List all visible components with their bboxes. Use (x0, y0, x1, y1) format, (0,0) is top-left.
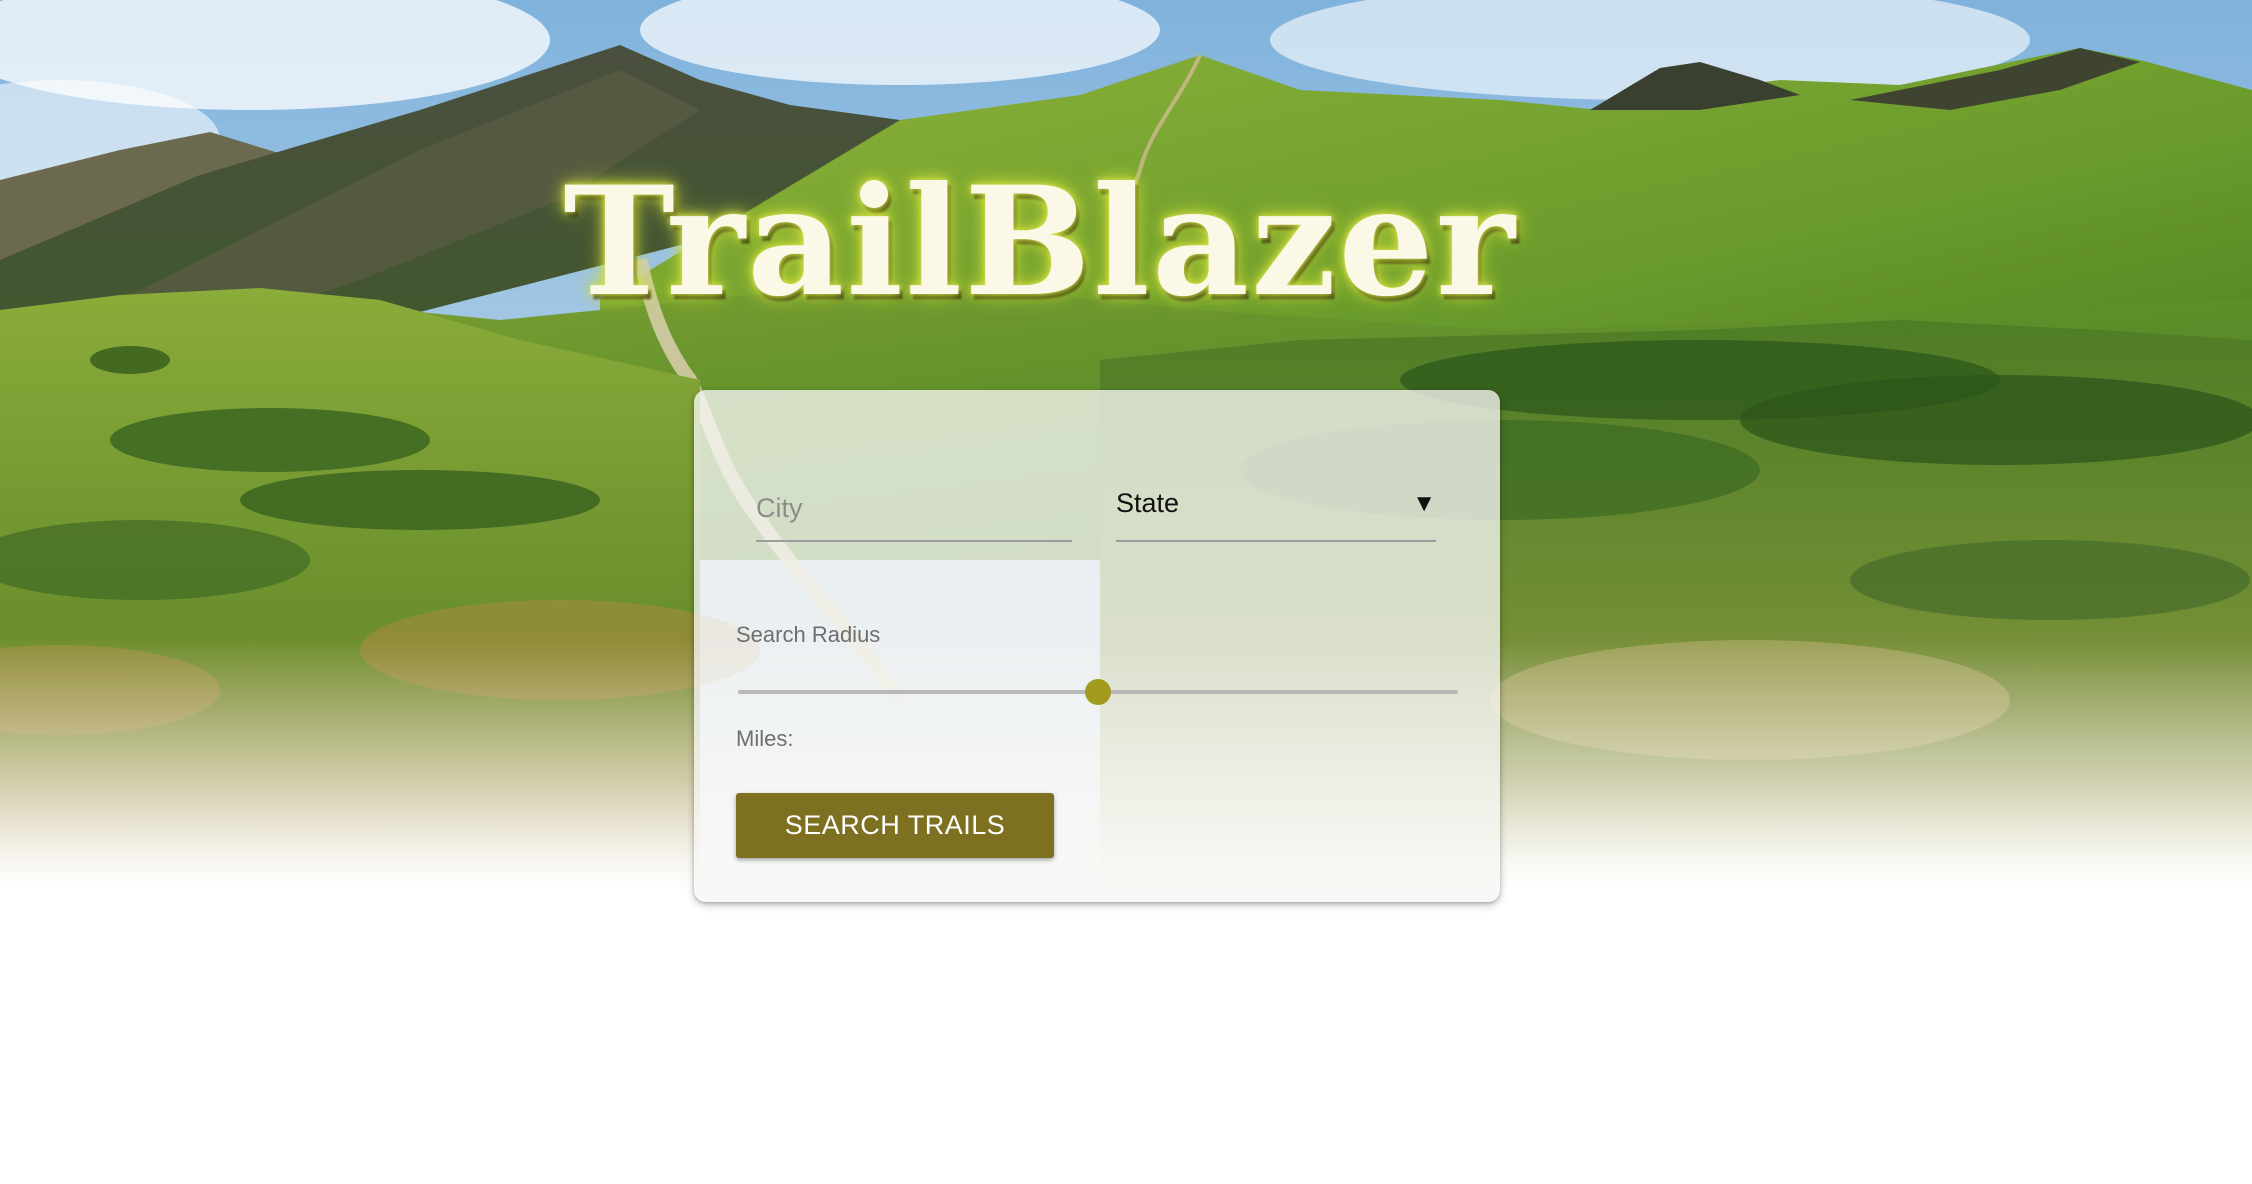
city-field[interactable] (756, 476, 1072, 542)
page: TrailBlazer State ▼ Search Radius Miles:… (0, 0, 2252, 1184)
trailblazer-logo: TrailBlazer (380, 132, 1700, 352)
search-radius-label: Search Radius (736, 622, 881, 647)
state-select[interactable]: State ▼ (1116, 476, 1436, 542)
state-select-value: State (1116, 488, 1180, 518)
trail-search-card: State ▼ Search Radius Miles: SEARCH TRAI… (694, 390, 1500, 902)
search-trails-button[interactable]: SEARCH TRAILS (736, 793, 1054, 858)
miles-label: Miles: (736, 726, 794, 751)
chevron-down-icon: ▼ (1412, 490, 1436, 517)
search-radius-slider[interactable] (738, 677, 1458, 707)
logo-wordmark: TrailBlazer (563, 154, 1517, 330)
city-input[interactable] (756, 476, 1072, 540)
slider-thumb[interactable] (1085, 679, 1111, 705)
miles-readout: Miles: (736, 726, 799, 752)
